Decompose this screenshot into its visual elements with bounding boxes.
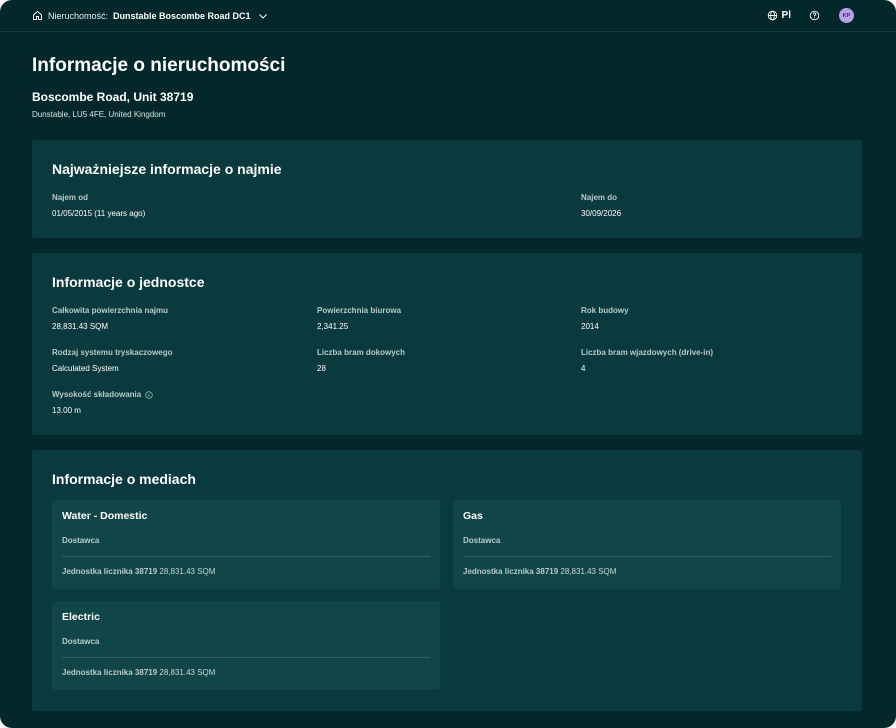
language-selector[interactable]: Pl (767, 10, 791, 21)
field-value: 2014 (581, 322, 599, 331)
utility-supplier-label: Dostawca (62, 536, 100, 545)
utility-meter: Jednostka licznika 38719 28,831.43 SQM (62, 567, 215, 576)
field-value: 2,341.25 (317, 322, 349, 331)
meter-value: 28,831.43 SQM (159, 668, 216, 677)
field-label-row: Wysokość składowania (52, 390, 153, 399)
field-label: Powierzchnia biurowa (317, 306, 402, 315)
meter-label: Jednostka licznika 38719 (463, 567, 559, 576)
globe-icon (767, 10, 778, 21)
utility-tile-electric: Electric Dostawca Jednostka licznika 387… (52, 601, 440, 690)
unit-card-title: Informacje o jednostce (52, 274, 205, 290)
storage-height-field: Wysokość składowania 13.00 m (52, 390, 153, 415)
drive-in-doors-field: Liczba bram wjazdowych (drive-in) 4 (581, 348, 713, 373)
field-label: Rodzaj systemu tryskaczowego (52, 348, 173, 357)
language-label: Pl (781, 10, 791, 21)
top-bar: Nieruchomość: Dunstable Boscombe Road DC… (0, 0, 896, 32)
lease-card: Najważniejsze informacje o najmie Najem … (32, 140, 862, 238)
field-value: 4 (581, 364, 586, 373)
utility-tile-water: Water - Domestic Dostawca Jednostka licz… (52, 500, 440, 589)
utility-supplier-label: Dostawca (463, 536, 501, 545)
utility-name: Water - Domestic (62, 510, 148, 522)
unit-card: Informacje o jednostce Całkowita powierz… (32, 253, 862, 435)
field-value: 30/09/2026 (581, 209, 622, 218)
breadcrumb-label: Nieruchomość: (48, 10, 109, 21)
field-value: Calculated System (52, 364, 119, 373)
field-label: Wysokość składowania (52, 390, 142, 399)
divider (62, 556, 430, 557)
field-value: 28 (317, 364, 326, 373)
property-selector[interactable]: Nieruchomość: Dunstable Boscombe Road DC… (32, 10, 268, 21)
field-label: Całkowita powierzchnia najmu (52, 306, 169, 315)
field-label: Najem od (52, 193, 89, 202)
field-value: 13.00 m (52, 406, 81, 415)
utility-name: Electric (62, 611, 100, 623)
field-value: 28,831.43 SQM (52, 322, 109, 331)
field-label: Rok budowy (581, 306, 629, 315)
field-label: Liczba bram dokowych (317, 348, 406, 357)
address-line: Boscombe Road, Unit 38719 (32, 90, 194, 104)
office-area-field: Powierzchnia biurowa 2,341.25 (317, 306, 401, 331)
sprinkler-field: Rodzaj systemu tryskaczowego Calculated … (52, 348, 172, 373)
lease-card-title: Najważniejsze informacje o najmie (52, 161, 282, 177)
breadcrumb-value: Dunstable Boscombe Road DC1 (113, 10, 251, 21)
app-window: Nieruchomość: Dunstable Boscombe Road DC… (0, 0, 896, 728)
utility-tile-gas: Gas Dostawca Jednostka licznika 38719 28… (453, 500, 841, 589)
address-sub: Dunstable, LU5 4FE, United Kingdom (32, 110, 166, 119)
field-value: 01/05/2015 (11 years ago) (52, 209, 146, 218)
utility-name: Gas (463, 510, 483, 522)
meter-label: Jednostka licznika 38719 (62, 668, 158, 677)
lease-end-field: Najem do 30/09/2026 (581, 193, 621, 218)
divider (463, 556, 831, 557)
meter-label: Jednostka licznika 38719 (62, 567, 158, 576)
meter-value: 28,831.43 SQM (560, 567, 617, 576)
meter-value: 28,831.43 SQM (159, 567, 216, 576)
utilities-card: Informacje o mediach Water - Domestic Do… (32, 450, 862, 711)
info-icon[interactable] (145, 390, 153, 399)
utility-supplier-label: Dostawca (62, 637, 100, 646)
dock-doors-field: Liczba bram dokowych 28 (317, 348, 405, 373)
home-icon (32, 10, 43, 21)
lease-start-field: Najem od 01/05/2015 (11 years ago) (52, 193, 145, 218)
utility-meter: Jednostka licznika 38719 28,831.43 SQM (463, 567, 616, 576)
build-year-field: Rok budowy 2014 (581, 306, 629, 331)
total-area-field: Całkowita powierzchnia najmu 28,831.43 S… (52, 306, 168, 331)
avatar[interactable]: KP (839, 8, 854, 23)
utility-meter: Jednostka licznika 38719 28,831.43 SQM (62, 668, 215, 677)
page-title: Informacje o nieruchomości (32, 55, 286, 76)
chevron-down-icon[interactable] (258, 11, 268, 21)
field-label: Liczba bram wjazdowych (drive-in) (581, 348, 714, 357)
help-icon[interactable] (809, 10, 820, 21)
utilities-card-title: Informacje o mediach (52, 471, 196, 487)
divider (62, 657, 430, 658)
field-label: Najem do (581, 193, 618, 202)
